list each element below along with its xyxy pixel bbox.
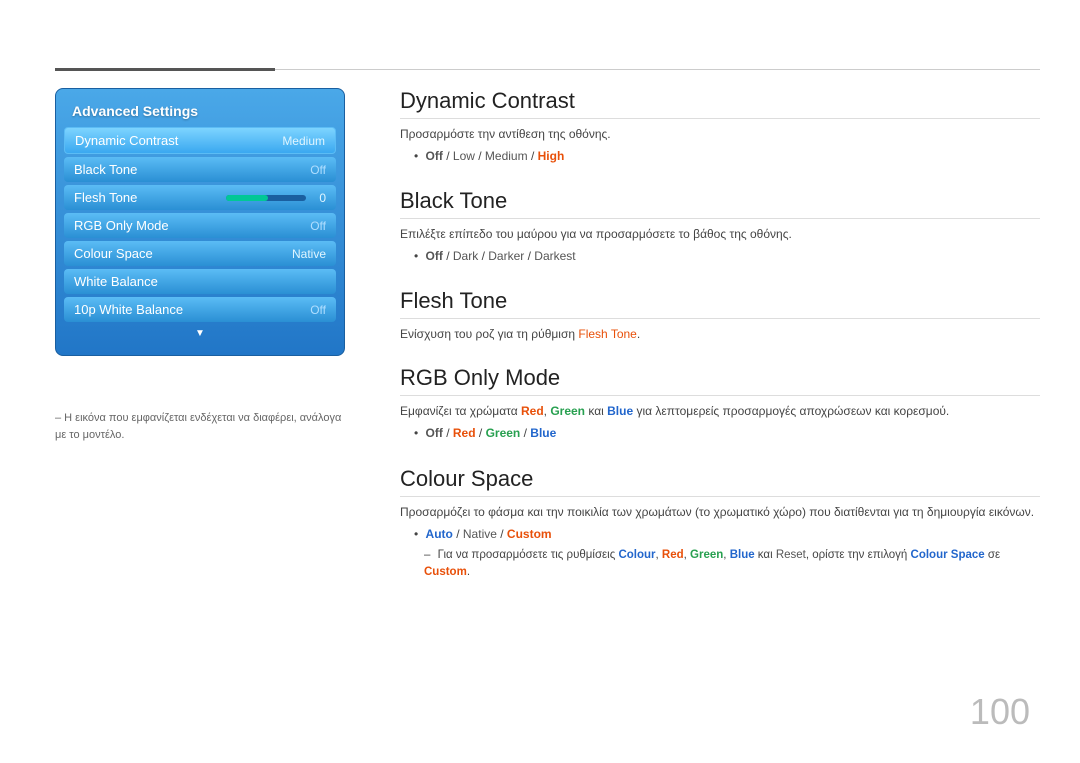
menu-value-black-tone: Off (310, 163, 326, 177)
rgb-blue-label: Blue (607, 404, 633, 418)
menu-value-10p-white-balance: Off (310, 303, 326, 317)
section-options-dynamic-contrast: • Off / Low / Medium / High (414, 147, 1040, 166)
flesh-tone-highlight: Flesh Tone (578, 327, 636, 341)
subnote-custom: Custom (424, 566, 467, 578)
menu-label-dynamic-contrast: Dynamic Contrast (75, 133, 178, 148)
subnote-blue: Blue (730, 549, 755, 561)
section-options-colour-space: • Auto / Native / Custom (414, 525, 1040, 544)
subnote-red: Red (662, 549, 684, 561)
menu-item-rgb-only[interactable]: RGB Only Mode Off (64, 213, 336, 238)
menu-label-flesh-tone: Flesh Tone (74, 190, 137, 205)
menu-label-white-balance: White Balance (74, 274, 158, 289)
menu-item-flesh-tone[interactable]: Flesh Tone 0 (64, 185, 336, 210)
sep-dc-3: / (531, 149, 538, 163)
opt-bt-dark: Dark (453, 249, 478, 263)
section-title-flesh-tone: Flesh Tone (400, 288, 1040, 319)
bullet-dc: • (414, 149, 418, 163)
opt-cs-custom: Custom (507, 527, 552, 541)
sidebar-bottom-note: – Η εικόνα που εμφανίζεται ενδέχεται να … (55, 410, 345, 443)
sep-rgb-2: / (479, 426, 486, 440)
section-flesh-tone: Flesh Tone Ενίσχυση του ροζ για τη ρύθμι… (400, 288, 1040, 343)
menu-label-rgb-only: RGB Only Mode (74, 218, 169, 233)
menu-label-10p-white-balance: 10p White Balance (74, 302, 183, 317)
section-rgb-only: RGB Only Mode Εμφανίζει τα χρώματα Red, … (400, 365, 1040, 443)
scroll-arrow[interactable]: ▼ (64, 328, 336, 339)
menu-item-white-balance[interactable]: White Balance (64, 269, 336, 294)
section-desc-rgb-only: Εμφανίζει τα χρώματα Red, Green και Blue… (400, 402, 1040, 420)
opt-dc-high: High (538, 149, 565, 163)
section-black-tone: Black Tone Επιλέξτε επίπεδο του μαύρου γ… (400, 188, 1040, 266)
page-number: 100 (970, 691, 1030, 733)
section-options-rgb: • Off / Red / Green / Blue (414, 424, 1040, 443)
section-options-black-tone: • Off / Dark / Darker / Darkest (414, 247, 1040, 266)
opt-rgb-green: Green (486, 426, 521, 440)
section-title-colour-space: Colour Space (400, 466, 1040, 497)
section-desc-black-tone: Επιλέξτε επίπεδο του μαύρου για να προσα… (400, 225, 1040, 243)
bullet-rgb: • (414, 426, 418, 440)
subnote-colour: Colour (618, 549, 655, 561)
section-desc-dynamic-contrast: Προσαρμόστε την αντίθεση της οθόνης. (400, 125, 1040, 143)
menu-value-colour-space: Native (292, 247, 326, 261)
opt-cs-auto: Auto (426, 527, 453, 541)
sep-dc-1: / (446, 149, 453, 163)
top-line-light (275, 69, 1040, 70)
section-title-rgb-only: RGB Only Mode (400, 365, 1040, 396)
menu-value-dynamic-contrast: Medium (282, 134, 325, 148)
menu-value-rgb-only: Off (310, 219, 326, 233)
slider-value: 0 (312, 191, 326, 205)
opt-dc-low: Low (453, 149, 475, 163)
right-content: Dynamic Contrast Προσαρμόστε την αντίθεσ… (400, 88, 1040, 603)
menu-item-dynamic-contrast[interactable]: Dynamic Contrast Medium (64, 127, 336, 154)
sep-rgb-1: / (446, 426, 453, 440)
top-line-dark (55, 68, 275, 71)
subnote-colour-space: Colour Space (911, 549, 985, 561)
sep-dc-2: / (478, 149, 485, 163)
opt-rgb-blue: Blue (530, 426, 556, 440)
menu-label-black-tone: Black Tone (74, 162, 137, 177)
rgb-green-label: Green (550, 404, 585, 418)
subnote-reset: Reset (776, 549, 806, 561)
opt-dc-medium: Medium (485, 149, 528, 163)
rgb-red-label: Red (521, 404, 544, 418)
opt-rgb-red: Red (453, 426, 476, 440)
left-panel: Advanced Settings Dynamic Contrast Mediu… (55, 88, 345, 356)
slider-track[interactable] (226, 195, 306, 201)
sep-cs-1: / (456, 527, 463, 541)
subnote-dash: – (424, 549, 430, 561)
bullet-cs: • (414, 527, 418, 541)
menu-item-black-tone[interactable]: Black Tone Off (64, 157, 336, 182)
advanced-settings-box: Advanced Settings Dynamic Contrast Mediu… (55, 88, 345, 356)
opt-bt-darker: Darker (488, 249, 524, 263)
opt-rgb-off: Off (426, 426, 443, 440)
flesh-slider: 0 (226, 191, 326, 205)
top-decorative-lines (0, 68, 1080, 70)
section-desc-flesh-tone: Ενίσχυση του ροζ για τη ρύθμιση Flesh To… (400, 325, 1040, 343)
menu-label-colour-space: Colour Space (74, 246, 153, 261)
section-colour-space: Colour Space Προσαρμόζει το φάσμα και τη… (400, 466, 1040, 582)
menu-item-10p-white-balance[interactable]: 10p White Balance Off (64, 297, 336, 322)
bullet-bt: • (414, 249, 418, 263)
section-dynamic-contrast: Dynamic Contrast Προσαρμόστε την αντίθεσ… (400, 88, 1040, 166)
sep-cs-2: / (500, 527, 507, 541)
section-desc-colour-space: Προσαρμόζει το φάσμα και την ποικιλία τω… (400, 503, 1040, 521)
section-title-dynamic-contrast: Dynamic Contrast (400, 88, 1040, 119)
opt-bt-darkest: Darkest (534, 249, 575, 263)
opt-dc-off: Off (426, 149, 443, 163)
slider-fill (226, 195, 268, 201)
section-title-black-tone: Black Tone (400, 188, 1040, 219)
advanced-settings-title: Advanced Settings (64, 99, 336, 127)
sep-bt-1: / (446, 249, 453, 263)
opt-cs-native: Native (463, 527, 497, 541)
subnote-green: Green (690, 549, 723, 561)
menu-item-colour-space[interactable]: Colour Space Native (64, 241, 336, 266)
opt-bt-off: Off (426, 249, 443, 263)
section-subnote-colour-space: – Για να προσαρμόσετε τις ρυθμίσεις Colo… (424, 547, 1040, 582)
